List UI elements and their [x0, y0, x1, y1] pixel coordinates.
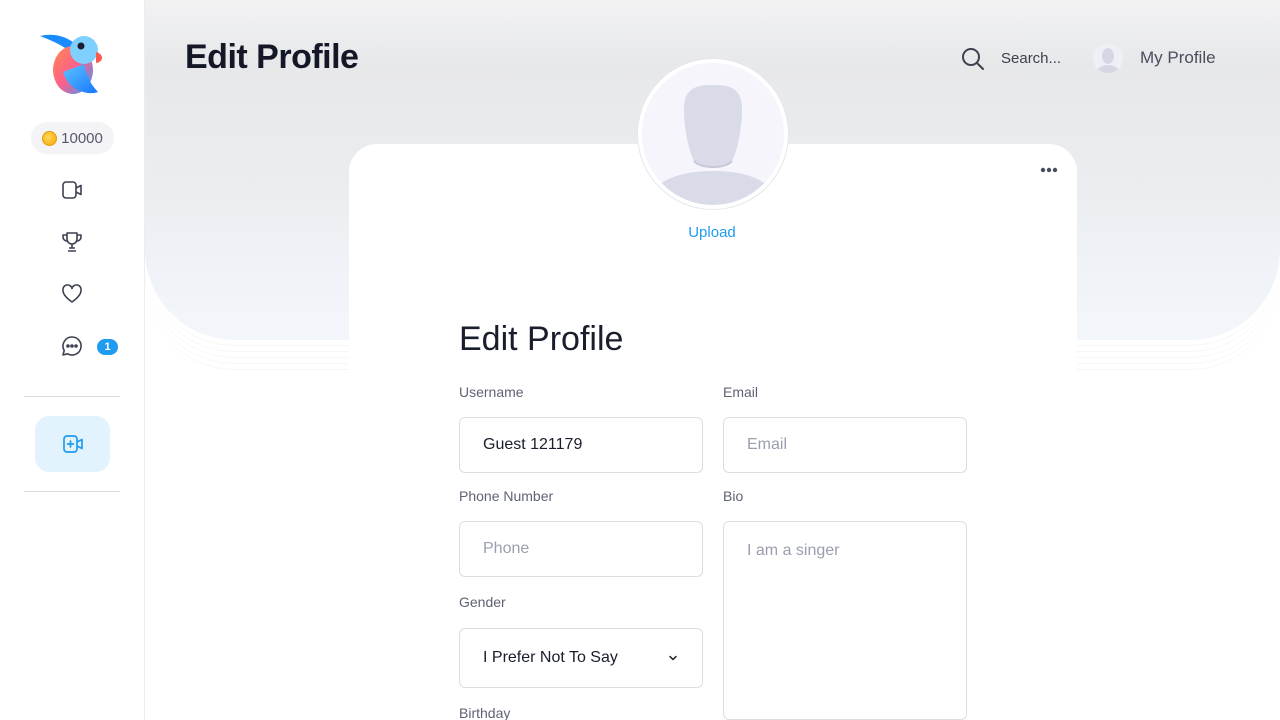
- gender-label: Gender: [459, 594, 506, 610]
- form-title: Edit Profile: [459, 320, 624, 358]
- page-title: Edit Profile: [185, 38, 359, 76]
- app-logo[interactable]: [38, 30, 108, 98]
- bio-label: Bio: [723, 488, 744, 504]
- email-label: Email: [723, 384, 759, 400]
- phone-field[interactable]: [459, 521, 703, 577]
- heart-icon[interactable]: [58, 280, 86, 308]
- bio-field[interactable]: [723, 521, 967, 720]
- username-field[interactable]: [459, 417, 703, 473]
- add-video-icon: [62, 435, 83, 453]
- video-icon[interactable]: [58, 176, 86, 204]
- profile-avatar[interactable]: [638, 59, 788, 209]
- chat-icon[interactable]: [58, 332, 86, 360]
- search-input[interactable]: Search...: [1001, 50, 1061, 67]
- coin-amount: 10000: [61, 129, 103, 147]
- avatar[interactable]: [1093, 43, 1123, 73]
- more-options-icon[interactable]: [1036, 162, 1062, 178]
- upload-avatar-link[interactable]: Upload: [672, 224, 752, 241]
- sidebar: 10000 1: [0, 0, 145, 720]
- search-icon[interactable]: [960, 46, 986, 72]
- email-field[interactable]: [723, 417, 967, 473]
- phone-label: Phone Number: [459, 488, 554, 504]
- messages-badge: 1: [97, 339, 118, 355]
- sidebar-divider: [24, 491, 120, 492]
- gender-select[interactable]: I Prefer Not To Say: [459, 628, 703, 688]
- sidebar-divider: [24, 396, 120, 397]
- create-video-button[interactable]: [35, 416, 110, 472]
- username-label: Username: [459, 384, 524, 400]
- birthday-label: Birthday: [459, 705, 511, 720]
- my-profile-link[interactable]: My Profile: [1140, 48, 1216, 68]
- coin-balance[interactable]: 10000: [31, 122, 114, 154]
- chevron-down-icon: [669, 655, 677, 661]
- gender-value: I Prefer Not To Say: [483, 649, 618, 666]
- trophy-icon[interactable]: [58, 228, 86, 256]
- coin-icon: [42, 130, 58, 146]
